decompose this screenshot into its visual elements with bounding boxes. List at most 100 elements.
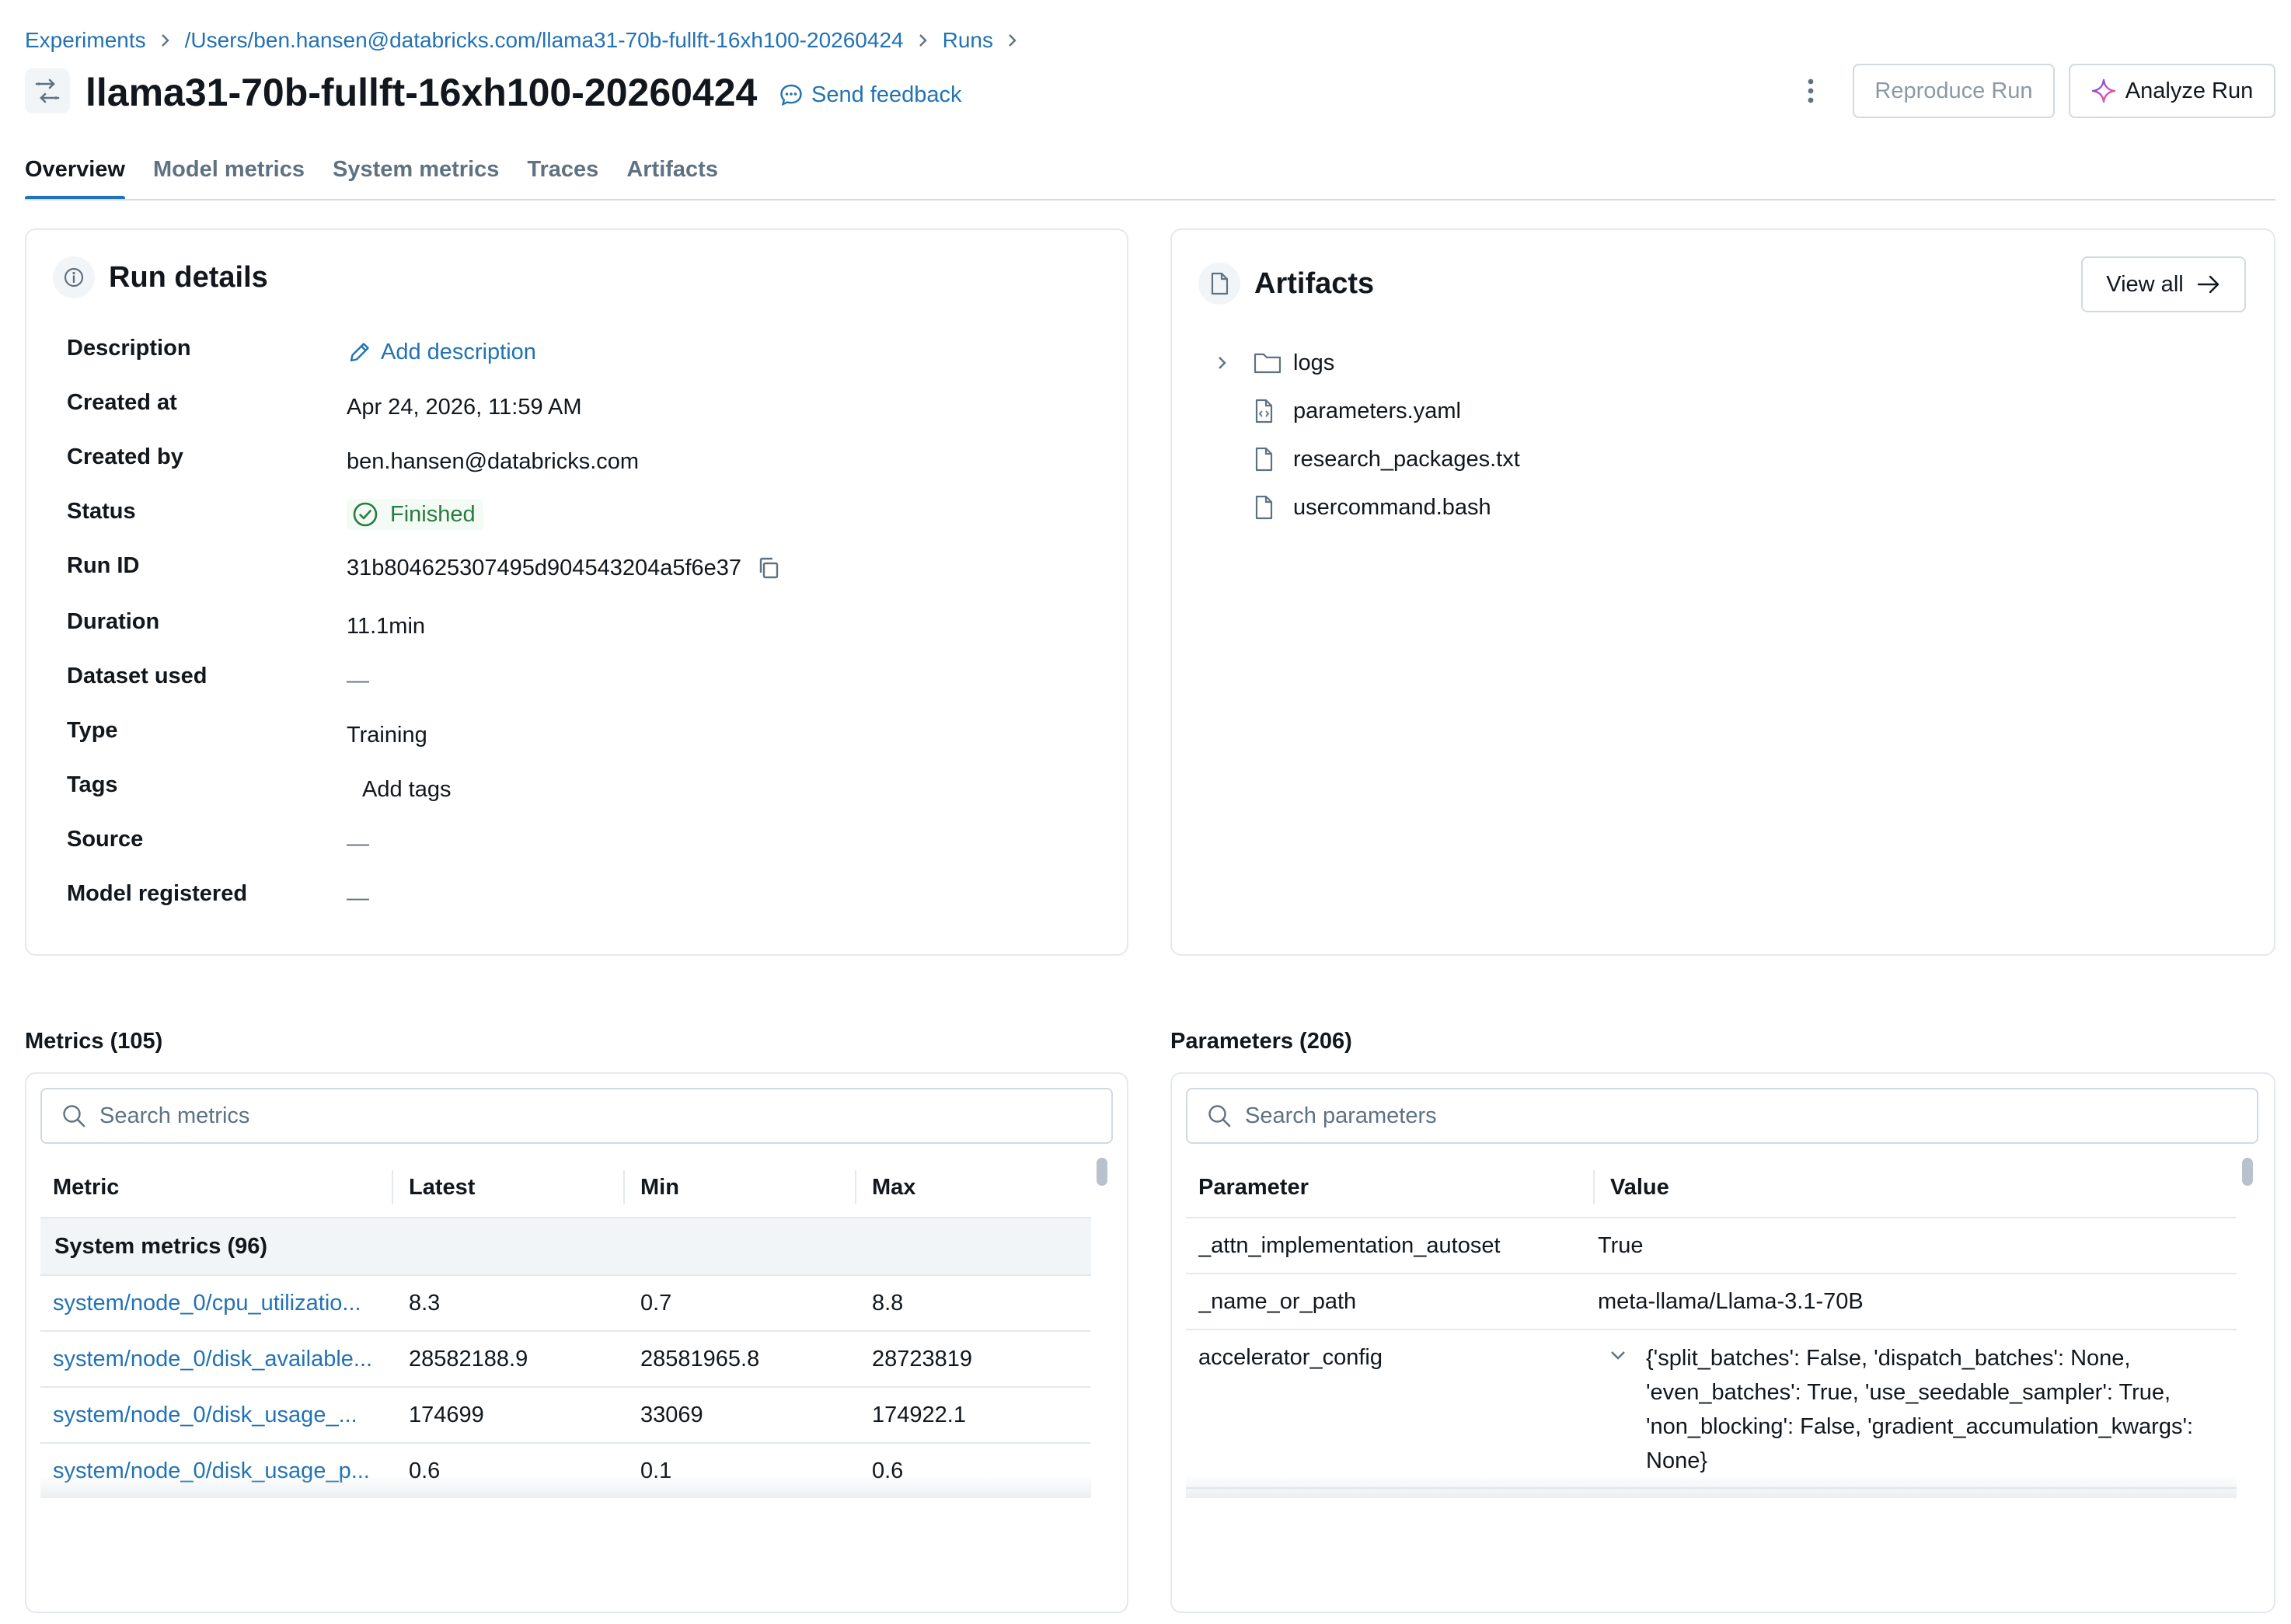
chevron-right-icon	[918, 33, 929, 48]
artifact-name: usercommand.bash	[1293, 494, 1491, 520]
chat-bubble-icon	[780, 84, 802, 106]
metric-name-link[interactable]: system/node_0/disk_available...	[53, 1332, 395, 1386]
metric-max: 174922.1	[872, 1402, 966, 1427]
analyze-run-label: Analyze Run	[2125, 78, 2254, 103]
metric-name-link[interactable]: system/node_0/disk_usage_...	[53, 1388, 395, 1442]
breadcrumb-experiments-link[interactable]: Experiments	[25, 28, 146, 53]
metrics-title: Metrics (105)	[25, 1029, 163, 1054]
add-description-label: Add description	[381, 339, 536, 364]
scroll-fade	[40, 1475, 1091, 1498]
scrollbar-thumb[interactable]	[2242, 1158, 2253, 1186]
metric-min: 33069	[640, 1402, 703, 1427]
created-at-label: Created at	[67, 390, 177, 415]
artifact-name: research_packages.txt	[1293, 446, 1520, 472]
view-all-label: View all	[2106, 271, 2184, 297]
parameter-value: {'split_batches': False, 'dispatch_batch…	[1646, 1346, 2194, 1473]
table-row: accelerator_config {'split_batches': Fal…	[1186, 1330, 2237, 1489]
column-divider[interactable]	[1593, 1170, 1595, 1204]
metric-latest: 8.3	[409, 1290, 441, 1316]
copy-icon[interactable]	[755, 555, 782, 581]
status-text: Finished	[390, 501, 476, 527]
metric-latest: 174699	[409, 1402, 484, 1427]
column-header-max[interactable]: Max	[872, 1158, 915, 1217]
created-at-value: Apr 24, 2026, 11:59 AM	[347, 395, 582, 420]
file-icon	[1253, 446, 1293, 472]
column-divider[interactable]	[392, 1170, 393, 1204]
tags-label: Tags	[67, 772, 118, 797]
metrics-search-input[interactable]: Search metrics	[40, 1088, 1113, 1144]
metric-max: 28723819	[872, 1346, 973, 1371]
parameter-name: accelerator_config	[1198, 1344, 1383, 1370]
tab-overview[interactable]: Overview	[25, 152, 125, 200]
metrics-scrollbar[interactable]	[1094, 1158, 1110, 1498]
tab-traces[interactable]: Traces	[527, 152, 598, 200]
check-circle-icon	[353, 502, 378, 527]
type-value: Training	[347, 723, 427, 748]
status-badge: Finished	[347, 499, 483, 530]
parameters-scrollbar[interactable]	[2240, 1158, 2255, 1498]
breadcrumb-experiment-path-link[interactable]: /Users/ben.hansen@databricks.com/llama31…	[185, 28, 904, 53]
column-header-latest[interactable]: Latest	[409, 1158, 475, 1217]
column-header-min[interactable]: Min	[640, 1158, 679, 1217]
metric-min: 28581965.8	[640, 1346, 760, 1371]
sparkle-icon	[2091, 78, 2115, 103]
parameters-search-input[interactable]: Search parameters	[1186, 1088, 2258, 1144]
metric-latest: 28582188.9	[409, 1346, 528, 1371]
add-tags-link[interactable]: Add tags	[362, 777, 451, 803]
artifact-name: logs	[1293, 350, 1335, 375]
column-divider[interactable]	[855, 1170, 856, 1204]
parameter-value: True	[1598, 1232, 1644, 1258]
run-details-title: Run details	[109, 261, 268, 294]
breadcrumb-runs-link[interactable]: Runs	[943, 28, 993, 53]
metrics-group-row: System metrics (96)	[40, 1218, 1091, 1276]
status-value: Finished	[347, 499, 483, 530]
column-header-metric[interactable]: Metric	[53, 1158, 119, 1217]
tab-system-metrics[interactable]: System metrics	[333, 152, 499, 200]
breadcrumb: Experiments /Users/ben.hansen@databricks…	[25, 25, 1032, 56]
send-feedback-link[interactable]: Send feedback	[779, 79, 961, 110]
metric-name-link[interactable]: system/node_0/cpu_utilizatio...	[53, 1276, 395, 1330]
metric-max: 8.8	[872, 1290, 904, 1316]
artifacts-title: Artifacts	[1254, 267, 1375, 300]
more-options-kebab-icon[interactable]	[1795, 71, 1826, 110]
chevron-down-icon[interactable]	[1609, 1349, 1627, 1361]
scrollbar-thumb[interactable]	[1097, 1158, 1107, 1186]
analyze-run-button[interactable]: Analyze Run	[2069, 64, 2275, 118]
send-feedback-label: Send feedback	[811, 82, 962, 107]
table-row: _name_or_path meta-llama/Llama-3.1-70B	[1186, 1274, 2237, 1330]
folder-icon	[1253, 351, 1293, 375]
artifact-item-parameters-yaml[interactable]: parameters.yaml	[1253, 393, 1461, 429]
parameters-table-header: Parameter Value	[1186, 1158, 2237, 1218]
add-description-link[interactable]: Add description	[347, 339, 536, 365]
parameter-name: _name_or_path	[1198, 1288, 1357, 1314]
metrics-search-placeholder: Search metrics	[99, 1103, 250, 1128]
column-header-value[interactable]: Value	[1610, 1158, 1669, 1217]
view-all-artifacts-button[interactable]: View all	[2081, 256, 2246, 312]
reproduce-run-button[interactable]: Reproduce Run	[1853, 64, 2055, 118]
search-icon	[63, 1105, 85, 1127]
table-row: system/node_0/cpu_utilizatio... 8.3 0.7 …	[40, 1276, 1091, 1332]
table-row: _attn_implementation_autoset True	[1186, 1218, 2237, 1274]
tab-model-metrics[interactable]: Model metrics	[153, 152, 305, 200]
tab-artifacts[interactable]: Artifacts	[626, 152, 718, 200]
tab-bar: Overview Model metrics System metrics Tr…	[25, 152, 746, 200]
file-icon	[1253, 494, 1293, 521]
parameters-search-placeholder: Search parameters	[1245, 1103, 1437, 1128]
duration-label: Duration	[67, 609, 160, 634]
status-label: Status	[67, 499, 136, 524]
file-icon	[1198, 263, 1240, 305]
column-header-parameter[interactable]: Parameter	[1198, 1158, 1309, 1217]
description-label: Description	[67, 336, 191, 361]
artifact-item-research-packages[interactable]: research_packages.txt	[1253, 441, 1520, 477]
chevron-right-icon	[160, 33, 171, 48]
scroll-fade	[1186, 1475, 2237, 1498]
dataset-used-label: Dataset used	[67, 664, 207, 688]
chevron-right-icon	[1007, 33, 1018, 48]
artifact-item-logs[interactable]: logs	[1217, 345, 1334, 381]
artifact-item-usercommand[interactable]: usercommand.bash	[1253, 490, 1491, 525]
parameter-value: meta-llama/Llama-3.1-70B	[1598, 1288, 1864, 1314]
arrow-right-icon	[2197, 275, 2219, 294]
source-label: Source	[67, 827, 144, 852]
column-divider[interactable]	[623, 1170, 625, 1204]
chevron-right-icon[interactable]	[1217, 355, 1253, 371]
